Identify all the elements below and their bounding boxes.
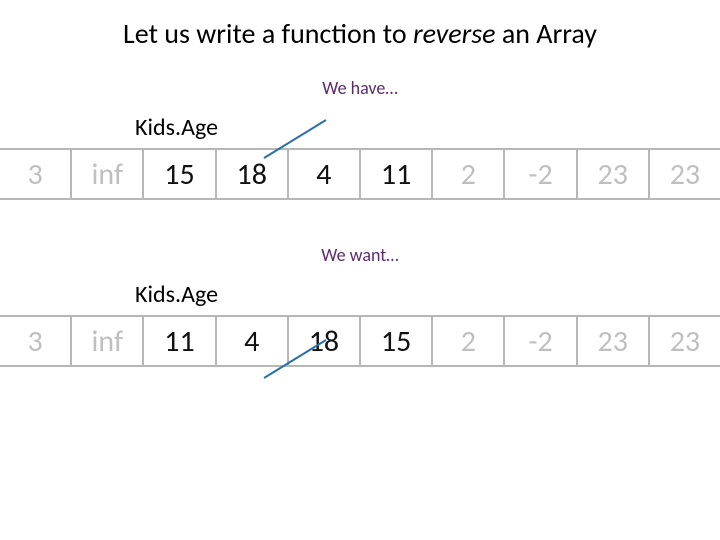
caption-have: We have… (0, 77, 720, 99)
var-label-want: Kids.Age (135, 280, 720, 309)
array-cell: 2 (433, 315, 505, 367)
slide-title: Let us write a function to reverse an Ar… (0, 0, 720, 51)
array-cell: 11 (144, 315, 216, 367)
title-prefix: Let us write a function to (123, 16, 413, 51)
array-cell: 11 (361, 148, 433, 200)
array-cell: 2 (433, 148, 505, 200)
caption-want: We want… (0, 244, 720, 266)
array-row-have: 3inf15184112-22323 (0, 148, 720, 200)
array-cell: 23 (578, 148, 650, 200)
array-cell: inf (72, 315, 144, 367)
array-row-want: 3inf11418152-22323 (0, 315, 720, 367)
array-cell: 18 (289, 315, 361, 367)
array-cell: 15 (361, 315, 433, 367)
array-cell: 4 (289, 148, 361, 200)
title-suffix: an Array (495, 16, 597, 51)
array-cell: 23 (578, 315, 650, 367)
array-cell: inf (72, 148, 144, 200)
array-cell: 18 (217, 148, 289, 200)
array-cell: 3 (0, 148, 72, 200)
array-cell: 23 (650, 315, 720, 367)
array-cell: 4 (217, 315, 289, 367)
array-cell: 3 (0, 315, 72, 367)
array-cell: 23 (650, 148, 720, 200)
array-cell: 15 (144, 148, 216, 200)
var-label-have: Kids.Age (135, 113, 720, 142)
array-cell: -2 (505, 148, 577, 200)
title-emphasis: reverse (413, 16, 496, 51)
array-cell: -2 (505, 315, 577, 367)
